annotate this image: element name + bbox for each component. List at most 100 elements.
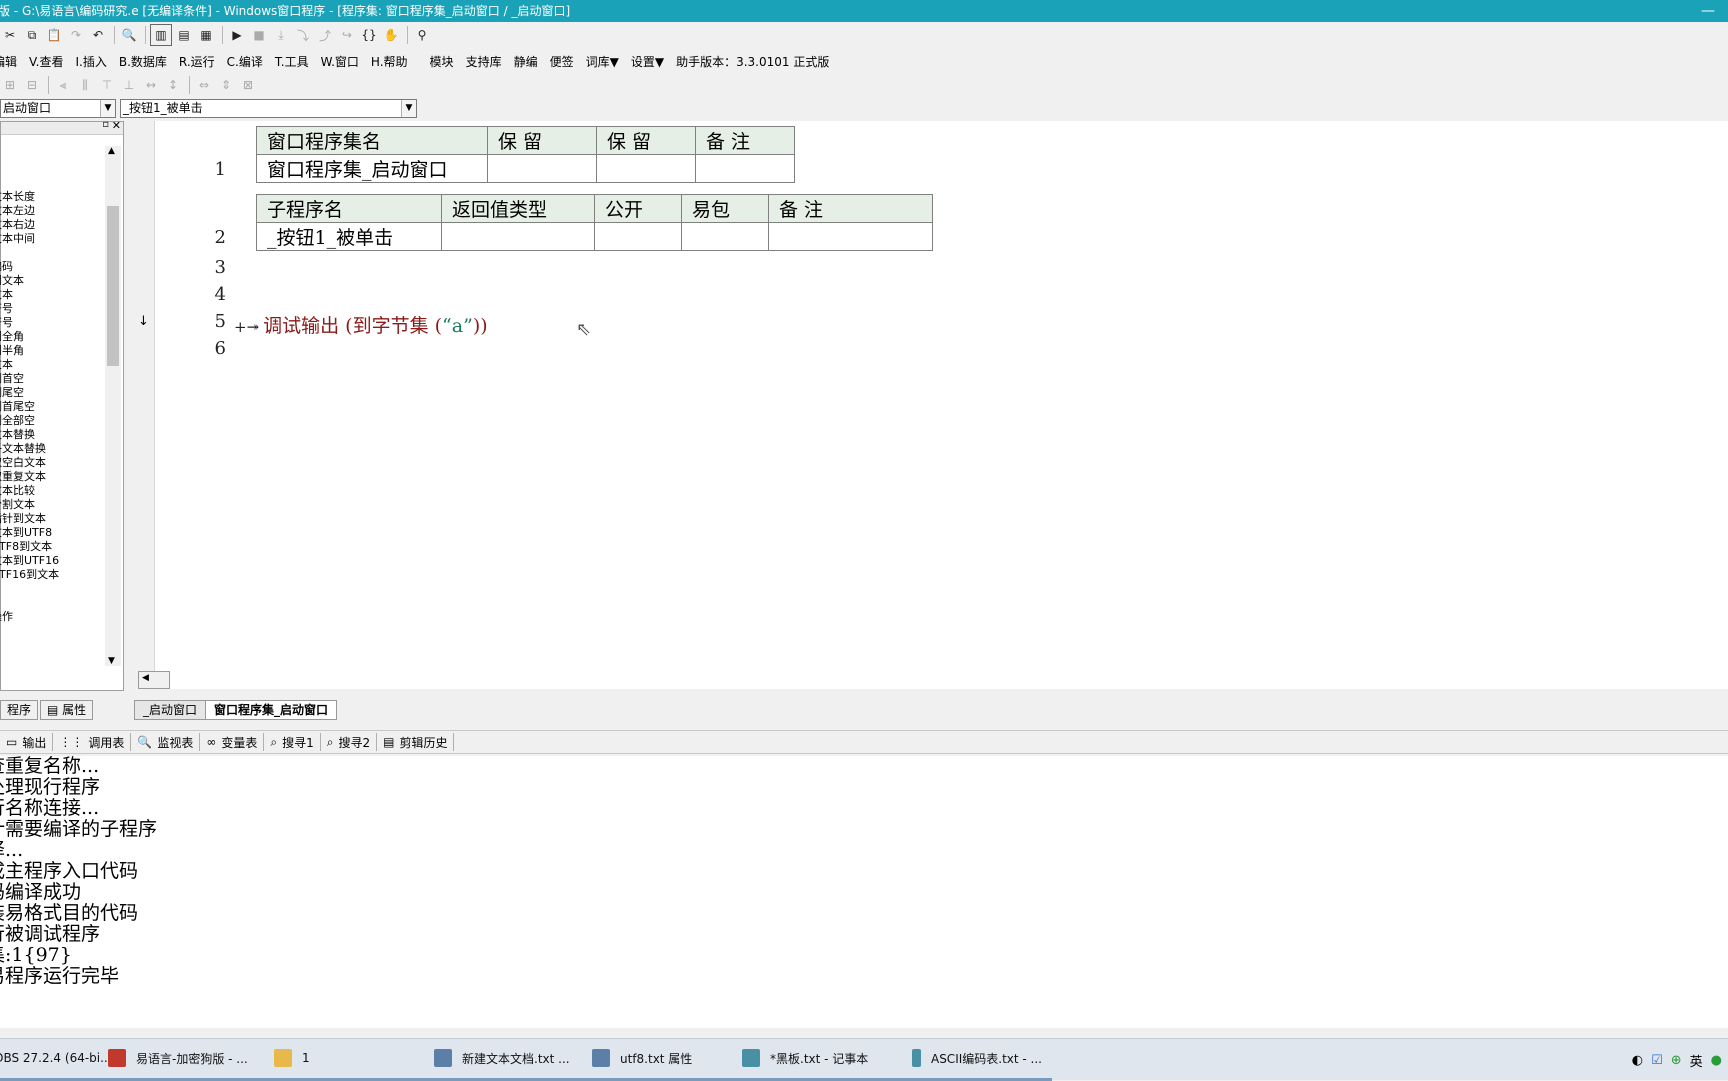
undo-icon[interactable]: ↶	[88, 25, 108, 45]
command-list-item[interactable]: UTF8到文本	[0, 540, 105, 554]
command-list-item[interactable]: 删首尾空	[0, 400, 105, 414]
width-icon[interactable]: ⇔	[194, 75, 214, 95]
scroll-up-icon[interactable]: ▲	[108, 146, 115, 156]
taskbar-item[interactable]: utf8.txt 属性	[582, 1039, 732, 1081]
table-cell[interactable]	[695, 154, 795, 183]
command-list-item[interactable]: 文本左边	[0, 204, 105, 218]
copy-icon[interactable]: ⧉	[22, 25, 42, 45]
command-list-item[interactable]	[0, 582, 105, 596]
command-list-item[interactable]: 删尾空	[0, 386, 105, 400]
command-list-item[interactable]: 文本	[0, 288, 105, 302]
minimize-button[interactable]: —	[1698, 0, 1718, 22]
step-icon[interactable]: ⤓	[271, 25, 291, 45]
menu-item[interactable]: V.查看	[24, 53, 68, 70]
menu-item[interactable]: H.帮助	[366, 53, 413, 70]
table-cell[interactable]	[768, 222, 933, 251]
menu-item[interactable]: 词库▼	[581, 53, 624, 70]
run-icon[interactable]: ▶	[227, 25, 247, 45]
ime-mode-icon[interactable]: ●	[1711, 1053, 1722, 1068]
spacing-icon[interactable]: ↕	[163, 75, 183, 95]
app-tray-icon[interactable]: ◐	[1632, 1053, 1643, 1068]
tab-watch[interactable]: 🔍 监视表	[131, 733, 201, 751]
binoculars-icon[interactable]: ⚲	[412, 25, 432, 45]
command-list-item[interactable]: 文本	[0, 358, 105, 372]
taskbar-item[interactable]: 易语言-加密狗版 - ...	[98, 1039, 264, 1081]
stop-icon[interactable]: ■	[249, 25, 269, 45]
tab-properties[interactable]: ▤ 属性	[40, 700, 94, 720]
command-list-item[interactable]	[0, 176, 105, 190]
tab-variables[interactable]: ∞ 变量表	[200, 733, 265, 751]
close-icon[interactable]: ✕	[112, 119, 121, 132]
tab-output[interactable]: ▭ 输出	[0, 733, 54, 751]
command-list-item[interactable]: 操作	[0, 610, 105, 624]
height-icon[interactable]: ⇕	[216, 75, 236, 95]
taskbar-item[interactable]: *黑板.txt - 记事本	[732, 1039, 902, 1081]
command-list-item[interactable]: 文本到UTF8	[0, 526, 105, 540]
command-list-item[interactable]: 文本到UTF16	[0, 554, 105, 568]
command-list-item[interactable]: 文本中间	[0, 232, 105, 246]
tab-call-table[interactable]: ⋮⋮ 调用表	[53, 733, 132, 751]
menu-item[interactable]: 编辑	[0, 53, 22, 70]
hand-icon[interactable]: ✋	[381, 25, 401, 45]
command-list-item[interactable]: 子文本替换	[0, 442, 105, 456]
step-into-icon[interactable]: ⤵	[293, 25, 313, 45]
menu-item[interactable]: B.数据库	[114, 53, 172, 70]
menu-item[interactable]: I.插入	[71, 53, 112, 70]
tab-window-assembly[interactable]: 窗口程序集_启动窗口	[205, 700, 338, 720]
command-list-item[interactable]: 文本长度	[0, 190, 105, 204]
command-list-item[interactable]: 取空白文本	[0, 456, 105, 470]
menu-item[interactable]: 模块	[425, 53, 459, 70]
align-top-icon[interactable]: ⊤	[97, 75, 117, 95]
taskbar-item[interactable]: OBS 27.2.4 (64-bi...	[0, 1039, 112, 1081]
align-left-icon[interactable]: ⫷	[53, 75, 73, 95]
command-list-item[interactable]: 取重复文本	[0, 470, 105, 484]
command-list-item[interactable]: 删首空	[0, 372, 105, 386]
menu-item[interactable]: 支持库	[461, 53, 507, 70]
menu-item[interactable]: 便签	[545, 53, 579, 70]
pin-icon[interactable]: ▫	[102, 119, 109, 130]
tab-clip-history[interactable]: ▤ 剪辑历史	[377, 733, 455, 751]
command-list-item[interactable]	[0, 246, 105, 260]
subroutine-selector[interactable]: _按钮1_被单击 ▼	[120, 99, 417, 118]
taskbar-item[interactable]: ASCII编码表.txt - ...	[902, 1039, 1052, 1081]
command-list-item[interactable]: 文本右边	[0, 218, 105, 232]
scroll-down-icon[interactable]: ▼	[108, 656, 115, 666]
table-cell[interactable]	[596, 154, 696, 183]
cut-icon[interactable]: ✂	[0, 25, 20, 45]
align-center-icon[interactable]: ⫼	[75, 75, 95, 95]
command-list-item[interactable]: 文本替换	[0, 428, 105, 442]
ime-indicator[interactable]: 英	[1690, 1051, 1703, 1070]
plus-tray-icon[interactable]: ⊕	[1671, 1053, 1682, 1068]
menu-item[interactable]: R.运行	[174, 53, 220, 70]
menu-item[interactable]: 设置▼	[626, 53, 669, 70]
command-list-item[interactable]: 编码	[0, 260, 105, 274]
braces-icon[interactable]: {}	[359, 25, 379, 45]
subroutine-name-cell[interactable]: _按钮1_被单击	[256, 222, 442, 251]
command-list-item[interactable]	[0, 596, 105, 610]
tab-search2[interactable]: ⌕ 搜寻2	[321, 733, 378, 751]
command-list-item[interactable]: 符号	[0, 302, 105, 316]
check-tray-icon[interactable]: ☑	[1651, 1053, 1663, 1068]
size-icon[interactable]: ⊠	[238, 75, 258, 95]
layout-left-icon[interactable]: ▥	[150, 24, 172, 46]
assembly-name-cell[interactable]: 窗口程序集_启动窗口	[256, 154, 488, 183]
command-list-item[interactable]: 文本比较	[0, 484, 105, 498]
table-cell[interactable]	[681, 222, 769, 251]
layout-full-icon[interactable]: ▦	[196, 25, 216, 45]
paste-icon[interactable]: 📋	[44, 25, 64, 45]
command-list-item[interactable]: 符号	[0, 316, 105, 330]
align-icon[interactable]: ⊟	[22, 75, 42, 95]
scrollbar-thumb[interactable]	[107, 206, 119, 366]
horizontal-scrollbar[interactable]: ◀	[138, 671, 170, 689]
redo-icon[interactable]: ↷	[66, 25, 86, 45]
step-over-icon[interactable]: ⤴	[315, 25, 335, 45]
spacing-icon[interactable]: ↔	[141, 75, 161, 95]
taskbar-item[interactable]: 1	[264, 1039, 424, 1081]
menu-item[interactable]: C.编译	[222, 53, 268, 70]
table-cell[interactable]	[594, 222, 682, 251]
command-list-item[interactable]: 分割文本	[0, 498, 105, 512]
align-middle-icon[interactable]: ⊥	[119, 75, 139, 95]
menu-item[interactable]: W.窗口	[316, 53, 364, 70]
tab-start-window[interactable]: _启动窗口	[134, 700, 207, 720]
step-out-icon[interactable]: ↪	[337, 25, 357, 45]
